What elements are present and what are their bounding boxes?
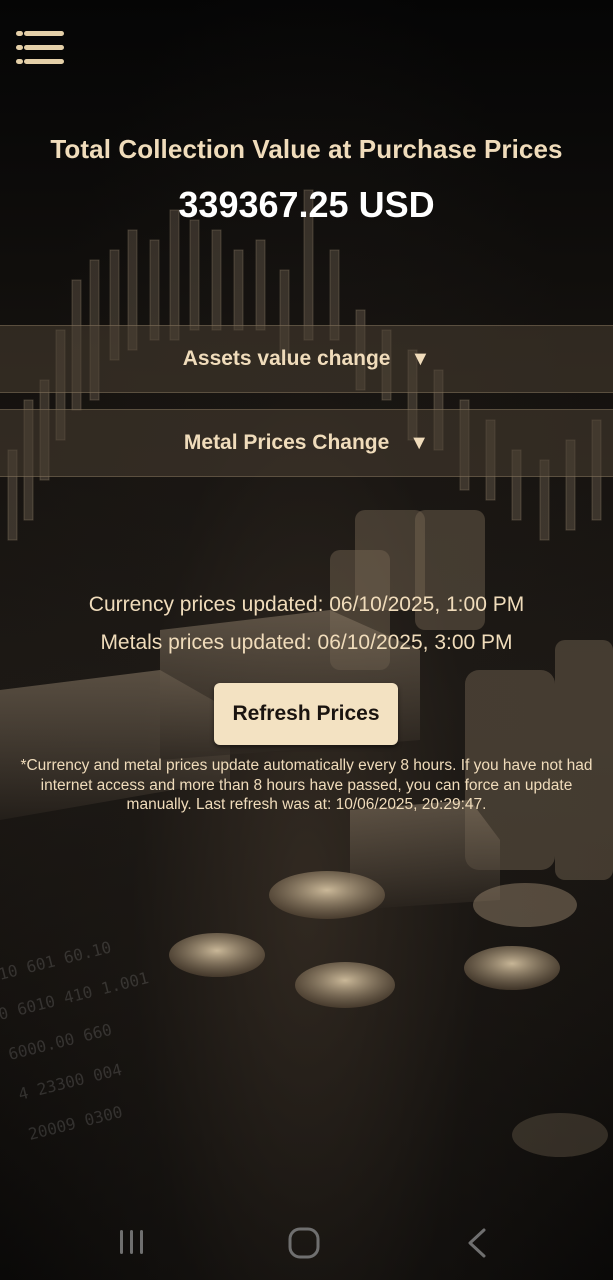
menu-icon-dot bbox=[16, 45, 23, 50]
accordion-label: Metal Prices Change bbox=[183, 431, 390, 454]
accordion-label: Assets value change bbox=[182, 347, 391, 370]
recent-apps-icon bbox=[120, 1230, 143, 1254]
system-navigation-bar bbox=[0, 1200, 613, 1280]
menu-icon-dot bbox=[16, 31, 23, 36]
triangle-down-icon: ▼ bbox=[410, 347, 431, 370]
page-title: Total Collection Value at Purchase Price… bbox=[50, 134, 563, 164]
svg-text:20009 0300: 20009 0300 bbox=[26, 1102, 124, 1144]
svg-text:4 23300 004: 4 23300 004 bbox=[16, 1060, 123, 1104]
menu-icon-dot bbox=[16, 59, 23, 64]
home-icon bbox=[288, 1227, 320, 1259]
home-button[interactable] bbox=[274, 1222, 334, 1262]
hamburger-menu-icon bbox=[24, 31, 64, 36]
svg-text:6000.00 660: 6000.00 660 bbox=[6, 1020, 113, 1064]
app-screen: 10 601 60.10 0 6010 410 1.001 6000.00 66… bbox=[0, 0, 613, 1280]
triangle-down-icon: ▼ bbox=[409, 431, 430, 454]
metal-prices-change-toggle[interactable]: Metal Prices Change ▼ bbox=[0, 409, 613, 477]
menu-icon-line bbox=[24, 59, 64, 64]
total-collection-value: 339367.25 USD bbox=[178, 184, 435, 225]
refresh-prices-button[interactable]: Refresh Prices bbox=[214, 683, 398, 745]
svg-text:10 601 60.10: 10 601 60.10 bbox=[0, 937, 113, 983]
auto-update-note: *Currency and metal prices update automa… bbox=[20, 757, 593, 813]
back-icon bbox=[468, 1228, 486, 1258]
assets-value-change-toggle[interactable]: Assets value change ▼ bbox=[0, 325, 613, 393]
background-coins-image: 10 601 60.10 0 6010 410 1.001 6000.00 66… bbox=[0, 510, 613, 1157]
menu-button[interactable] bbox=[14, 26, 66, 70]
back-button[interactable] bbox=[446, 1222, 506, 1262]
recent-apps-button[interactable] bbox=[102, 1222, 162, 1262]
menu-icon-line bbox=[24, 45, 64, 50]
currency-update-status: Currency prices updated: 06/10/2025, 1:0… bbox=[88, 593, 525, 616]
metals-update-status: Metals prices updated: 06/10/2025, 3:00 … bbox=[100, 631, 513, 654]
